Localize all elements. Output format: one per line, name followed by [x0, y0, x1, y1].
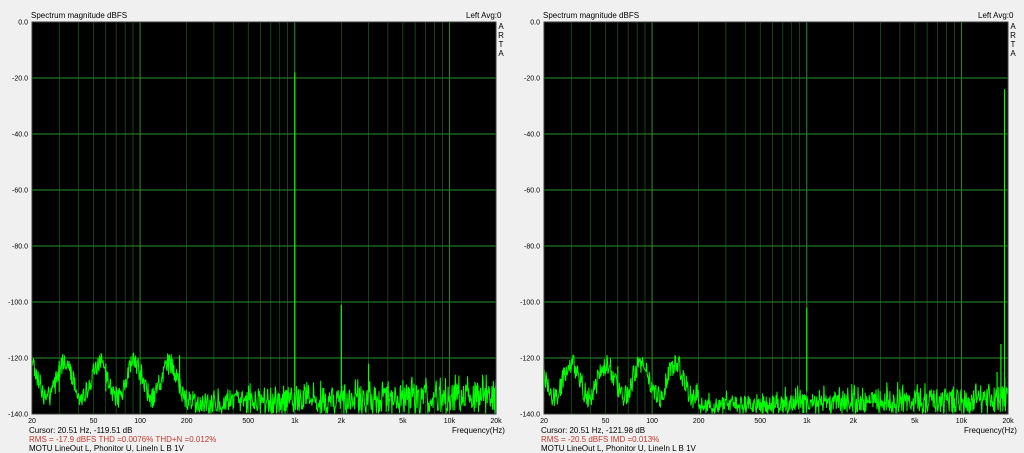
x-tick-label: 5k [399, 418, 407, 425]
x-tick-label: 10k [956, 418, 968, 425]
channel-avg-label: Left Avg:0 [978, 11, 1014, 20]
spectrum-chart-left[interactable]: 0.0 -20.0 -40.0 -60.0 -80.0 -100.0 -120.0 -140.… [0, 0, 512, 452]
watermark-letter: T [498, 40, 504, 49]
plot-area [544, 22, 1008, 414]
x-tick-label: 2k [338, 418, 346, 425]
measurement-stats: RMS = -17.9 dBFS THD =0.0076% THD+N =0.0… [29, 435, 217, 444]
x-tick-label: 20k [1002, 418, 1014, 425]
x-axis-title: Frequency(Hz) [452, 426, 505, 435]
x-tick-label: 1k [803, 418, 811, 425]
watermark-letter: A [498, 22, 504, 31]
spectrum-panel-right: 0.0 -20.0 -40.0 -60.0 -80.0 -100.0 -120.0 -140.… [512, 0, 1024, 453]
x-tick-label: 500 [242, 418, 254, 425]
chart-title: Spectrum magnitude dBFS [31, 11, 128, 20]
y-tick-label: -100.0 [8, 300, 28, 307]
x-tick-label: 100 [646, 418, 658, 425]
watermark-letter: A [498, 49, 504, 58]
y-tick-label: -60.0 [12, 188, 28, 195]
y-tick-label: -40.0 [12, 132, 28, 139]
arta-watermark: A R T A [1010, 22, 1016, 58]
x-tick-label: 50 [90, 418, 98, 425]
y-tick-label: 0.0 [530, 20, 540, 27]
watermark-letter: A [1010, 22, 1016, 31]
x-tick-label: 5k [911, 418, 919, 425]
spectrum-panel-left: 0.0 -20.0 -40.0 -60.0 -80.0 -100.0 -120.0 -140.… [0, 0, 512, 453]
measurement-stats: RMS = -20.5 dBFS IMD =0.013% [541, 435, 660, 444]
y-tick-label: -80.0 [524, 244, 540, 251]
y-tick-label: 0.0 [18, 20, 28, 27]
chart-title: Spectrum magnitude dBFS [543, 11, 640, 20]
x-tick-label: 20 [540, 418, 548, 425]
x-tick-label: 20 [28, 418, 36, 425]
y-tick-label: -60.0 [524, 188, 540, 195]
x-tick-label: 10k [444, 418, 456, 425]
channel-avg-label: Left Avg:0 [466, 11, 502, 20]
y-tick-label: -20.0 [524, 76, 540, 83]
y-tick-label: -100.0 [520, 300, 540, 307]
y-tick-label: -140.0 [520, 412, 540, 419]
watermark-letter: R [498, 31, 504, 40]
y-tick-label: -140.0 [8, 412, 28, 419]
x-tick-label: 200 [181, 418, 193, 425]
x-tick-label: 50 [602, 418, 610, 425]
y-tick-label: -80.0 [12, 244, 28, 251]
y-tick-label: -40.0 [524, 132, 540, 139]
x-tick-label: 200 [693, 418, 705, 425]
x-tick-label: 1k [291, 418, 299, 425]
watermark-letter: T [1010, 40, 1016, 49]
cursor-readout: Cursor: 20.51 Hz, -121.98 dB [541, 426, 646, 435]
watermark-letter: R [1010, 31, 1016, 40]
watermark-letter: A [1010, 49, 1016, 58]
spectrum-chart-right[interactable]: 0.0 -20.0 -40.0 -60.0 -80.0 -100.0 -120.0 -140.… [512, 0, 1024, 452]
y-tick-label: -120.0 [520, 356, 540, 363]
arta-watermark: A R T A [498, 22, 504, 58]
x-tick-label: 100 [134, 418, 146, 425]
cursor-readout: Cursor: 20.51 Hz, -119.51 dB [29, 426, 133, 435]
x-tick-label: 500 [754, 418, 766, 425]
x-axis-title: Frequency(Hz) [964, 426, 1017, 435]
x-tick-label: 20k [490, 418, 502, 425]
x-tick-label: 2k [850, 418, 858, 425]
y-tick-label: -120.0 [8, 356, 28, 363]
y-tick-label: -20.0 [12, 76, 28, 83]
